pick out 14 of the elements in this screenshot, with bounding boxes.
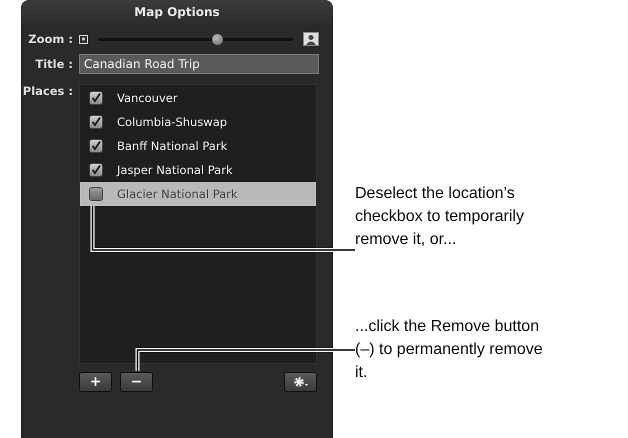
callout-text: ...click the Remove button (–) to permanently remove it.	[355, 317, 544, 383]
remove-button[interactable]: −	[120, 372, 153, 392]
place-item[interactable]: Vancouver	[80, 86, 316, 110]
add-button[interactable]: +	[79, 372, 112, 392]
places-label: Places :	[22, 84, 73, 98]
callout-text: Deselect the location’s checkbox to temporarily remove it, or...	[355, 184, 525, 250]
place-item[interactable]: Columbia-Shuswap	[80, 110, 316, 134]
title-label: Title :	[34, 57, 73, 71]
panel-title: Map Options	[21, 0, 333, 24]
place-item[interactable]: Glacier National Park	[80, 182, 316, 206]
zoom-label: Zoom :	[27, 32, 73, 46]
place-item[interactable]: Banff National Park	[80, 134, 316, 158]
place-item[interactable]: Jasper National Park	[80, 158, 316, 182]
title-field[interactable]: Canadian Road Trip	[79, 54, 319, 74]
